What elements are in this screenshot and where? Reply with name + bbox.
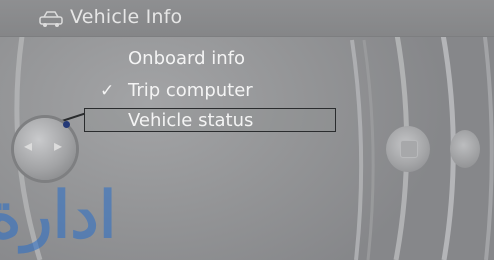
right-small-knob-icon (450, 130, 480, 168)
watermark: ادارة (0, 170, 320, 260)
indicator-dot-icon (63, 121, 70, 128)
checkmark-icon: ✓ (100, 81, 115, 101)
arrow-right-icon: ▸ (54, 136, 63, 155)
page-title: Vehicle Info (70, 6, 183, 28)
menu-item-trip-computer[interactable]: Trip computer (128, 78, 253, 104)
knob-center-icon (400, 140, 418, 158)
menu-item-onboard-info[interactable]: Onboard info (128, 46, 245, 72)
car-icon (39, 11, 63, 27)
right-controller-knob-icon (386, 126, 430, 172)
arrow-left-icon: ◂ (24, 136, 33, 155)
menu-item-vehicle-status[interactable]: Vehicle status (128, 108, 253, 134)
header-bar: Vehicle Info (0, 0, 494, 37)
idrive-screen: Vehicle Info Onboard info ✓ Trip compute… (0, 0, 494, 260)
watermark-text: ادارة (0, 178, 117, 253)
